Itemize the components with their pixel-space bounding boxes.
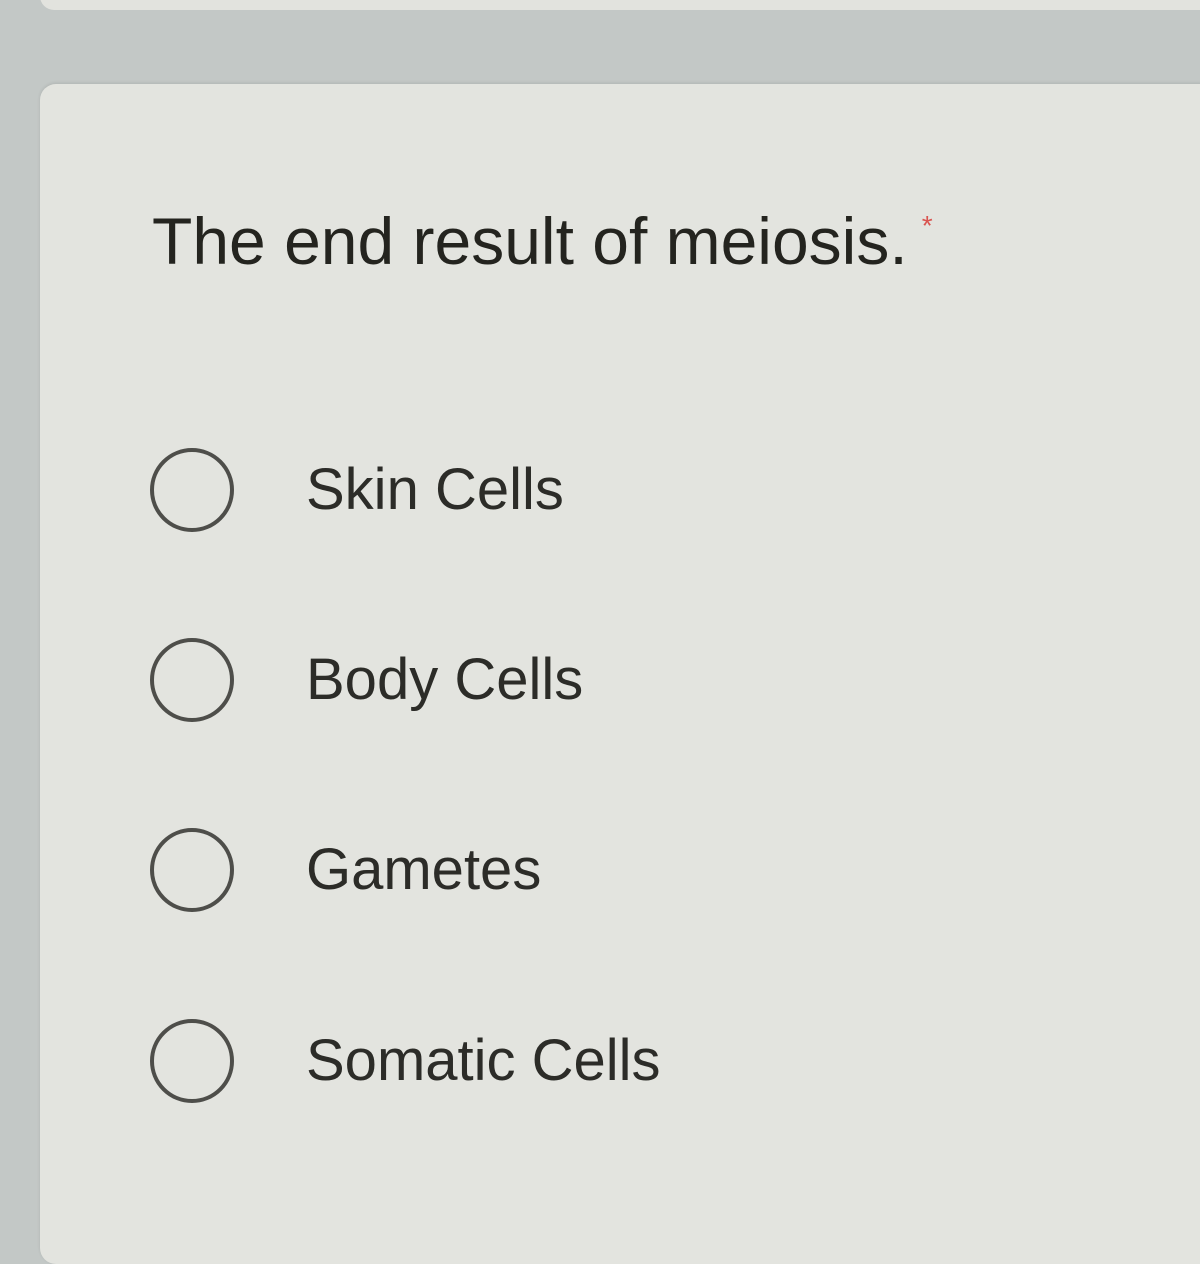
previous-question-card [40, 0, 1200, 10]
required-asterisk: * [921, 210, 933, 241]
radio-button[interactable] [150, 448, 234, 532]
option-label: Skin Cells [306, 457, 564, 522]
option-body-cells[interactable]: Body Cells [150, 630, 850, 730]
radio-button[interactable] [150, 828, 234, 912]
option-gametes[interactable]: Gametes [150, 820, 850, 920]
option-skin-cells[interactable]: Skin Cells [150, 440, 850, 540]
radio-button[interactable] [150, 638, 234, 722]
option-somatic-cells[interactable]: Somatic Cells [150, 1011, 850, 1111]
option-label: Somatic Cells [306, 1028, 661, 1093]
option-label: Gametes [306, 837, 542, 902]
radio-button[interactable] [150, 1019, 234, 1103]
question-title: The end result of meiosis. * [152, 208, 933, 274]
option-label: Body Cells [306, 647, 584, 712]
question-title-text: The end result of meiosis. [152, 204, 908, 278]
